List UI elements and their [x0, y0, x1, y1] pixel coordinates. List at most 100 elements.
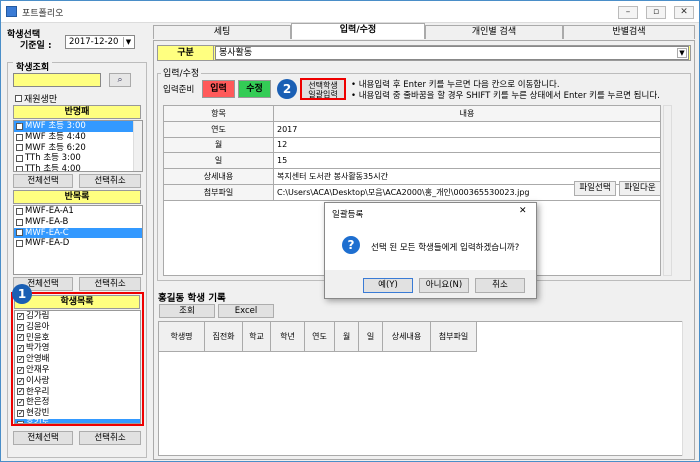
class-list-item[interactable]: TTh 초등 3:00 — [14, 153, 142, 164]
class-list-item[interactable]: ✓ MWF 초등 3:00 — [14, 121, 142, 132]
step-2-badge: 2 — [277, 79, 297, 99]
group-list-item[interactable]: MWF-EA-A1 — [14, 206, 142, 217]
category-select[interactable]: 봉사활동 ▼ — [215, 46, 689, 60]
class-list-item[interactable]: MWF 초등 6:20 — [14, 143, 142, 154]
record-column-header: 학생명 — [158, 321, 205, 352]
bulk-input-button[interactable]: 선택학생 일괄입력 — [300, 78, 346, 100]
tab-individual-search[interactable]: 개인별 검색 — [425, 25, 563, 39]
checkbox-icon[interactable] — [16, 144, 23, 152]
class-list-header: 반명패 — [13, 105, 141, 119]
row-label-year: 연도 — [163, 120, 274, 138]
category-value: 봉사활동 — [219, 48, 253, 58]
file-download-button[interactable]: 파일다운 — [619, 181, 661, 196]
tab-settings[interactable]: 세팅 — [153, 25, 291, 39]
dialog-yes-button[interactable]: 예(Y) — [363, 278, 413, 293]
enrolled-only-checkbox[interactable]: 재원생만 — [15, 92, 57, 105]
row-label-day: 일 — [163, 152, 274, 170]
checkbox-icon[interactable] — [16, 166, 23, 171]
class-list[interactable]: ✓ MWF 초등 3:00 MWF 초등 4:40 MWF 초등 6:20 TTh 초등… — [13, 120, 143, 172]
group-list-item[interactable]: ✓ MWF-EA-C — [14, 227, 142, 239]
dropdown-arrow-icon[interactable]: ▼ — [123, 37, 133, 47]
group-list-item-label: MWF-EA-A1 — [25, 206, 74, 216]
tab-class-search[interactable]: 반별검색 — [563, 25, 695, 39]
bulk-register-dialog: 일괄등록 ✕ ? 선택 된 모든 학생들에게 입력하겠습니까? 예(Y) 아니요… — [324, 202, 537, 299]
bulk-button-line2: 일괄입력 — [308, 90, 338, 99]
student-search-input[interactable] — [13, 73, 101, 87]
file-select-button[interactable]: 파일선택 — [574, 181, 616, 196]
dialog-message: 선택 된 모든 학생들에게 입력하겠습니까? — [371, 243, 520, 253]
dialog-title: 일괄등록 — [332, 210, 364, 220]
record-scrollbar[interactable] — [682, 321, 692, 456]
maximize-button[interactable]: ▫ — [646, 6, 666, 19]
minimize-button[interactable]: – — [618, 6, 638, 19]
record-column-header: 일 — [358, 321, 383, 352]
row-label-attachment: 첨부파일 — [163, 183, 274, 201]
class-list-item[interactable]: MWF 초등 4:40 — [14, 132, 142, 143]
col-content-header: 내용 — [273, 105, 661, 122]
base-date-label: 기준일 : — [20, 41, 52, 51]
app-icon — [6, 6, 17, 17]
student-select-all-button[interactable]: 전체선택 — [13, 431, 73, 445]
row-label-month: 월 — [163, 136, 274, 154]
scrollbar[interactable] — [133, 121, 142, 171]
input-section-title: 입력/수정 — [161, 66, 202, 79]
excel-button[interactable]: Excel — [218, 304, 274, 318]
checkbox-icon[interactable] — [16, 218, 23, 226]
class-list-item-label: MWF 초등 3:00 — [25, 121, 86, 131]
group-list-item-label: MWF-EA-B — [25, 216, 69, 227]
student-deselect-button[interactable]: 선택취소 — [79, 431, 141, 445]
group-list-item[interactable]: MWF-EA-B — [14, 217, 142, 228]
input-button[interactable]: 입력 — [202, 80, 235, 98]
checkbox-icon[interactable] — [16, 207, 23, 215]
input-note-2: • 내용입력 중 줄바꿈을 할 경우 SHIFT 키를 누른 상태에서 Ente… — [351, 91, 660, 101]
group-deselect-button[interactable]: 선택취소 — [79, 277, 141, 291]
search-binoculars-icon[interactable]: ⌕ — [109, 73, 131, 87]
highlight-student-list — [11, 292, 144, 426]
col-item-header: 항목 — [163, 105, 274, 122]
dialog-no-button[interactable]: 아니요(N) — [419, 278, 469, 293]
checkbox-icon[interactable] — [16, 133, 23, 141]
class-deselect-button[interactable]: 선택취소 — [79, 174, 141, 188]
year-field[interactable]: 2017 — [273, 120, 661, 138]
record-title: 홍길동 학생 기록 — [158, 293, 226, 304]
title-bar: 포트폴리오 – ▫ ✕ — [1, 1, 699, 23]
record-column-header: 학년 — [270, 321, 305, 352]
group-list-item[interactable]: MWF-EA-D — [14, 238, 142, 249]
month-field[interactable]: 12 — [273, 136, 661, 154]
class-select-all-button[interactable]: 전체선택 — [13, 174, 73, 188]
input-prepare-label: 입력준비 — [163, 85, 195, 95]
chevron-down-icon[interactable]: ▼ — [677, 48, 687, 58]
base-date-picker[interactable]: 2017-12-20 ▼ — [65, 35, 135, 49]
dialog-cancel-button[interactable]: 취소 — [475, 278, 525, 293]
record-column-header: 첨부파일 — [430, 321, 477, 352]
checked-checkbox-icon[interactable]: ✓ — [16, 122, 23, 130]
class-list-item-label: MWF 초등 6:20 — [25, 142, 86, 153]
close-button[interactable]: ✕ — [674, 6, 694, 19]
class-group-list[interactable]: MWF-EA-A1 MWF-EA-B ✓ MWF-EA-C MWF-EA-D — [13, 205, 143, 275]
query-button[interactable]: 조회 — [159, 304, 215, 318]
step-1-badge: 1 — [12, 284, 32, 304]
tab-input-edit[interactable]: 입력/수정 — [291, 23, 425, 39]
checkbox-icon — [15, 95, 22, 102]
base-date-value: 2017-12-20 — [69, 37, 119, 47]
checked-checkbox-icon[interactable]: ✓ — [16, 229, 23, 237]
record-column-header: 상세내용 — [382, 321, 431, 352]
bulk-button-line1: 선택학생 — [308, 81, 338, 90]
class-list-item[interactable]: TTh 초등 4:00 — [14, 164, 142, 172]
record-column-header: 연도 — [304, 321, 335, 352]
class-group-header: 반목록 — [13, 190, 141, 204]
group-list-item-label: MWF-EA-D — [25, 238, 70, 249]
form-scrollbar[interactable] — [663, 105, 672, 276]
day-field[interactable]: 15 — [273, 152, 661, 170]
checkbox-icon[interactable] — [16, 240, 23, 248]
checkbox-icon[interactable] — [16, 155, 23, 163]
class-list-item-label: MWF 초등 4:40 — [25, 131, 86, 142]
question-icon: ? — [342, 236, 360, 254]
group-list-item-label: MWF-EA-C — [25, 227, 69, 238]
window-title: 포트폴리오 — [22, 9, 64, 19]
class-list-item-label: TTh 초등 3:00 — [25, 153, 81, 164]
dialog-close-button[interactable]: ✕ — [519, 206, 527, 216]
record-grid-header: 학생명 집전화 학교 학년 연도 월 일 상세내용 첨부파일 — [158, 321, 477, 352]
class-list-item-label: TTh 초등 4:00 — [25, 164, 81, 172]
edit-button[interactable]: 수정 — [238, 80, 271, 98]
